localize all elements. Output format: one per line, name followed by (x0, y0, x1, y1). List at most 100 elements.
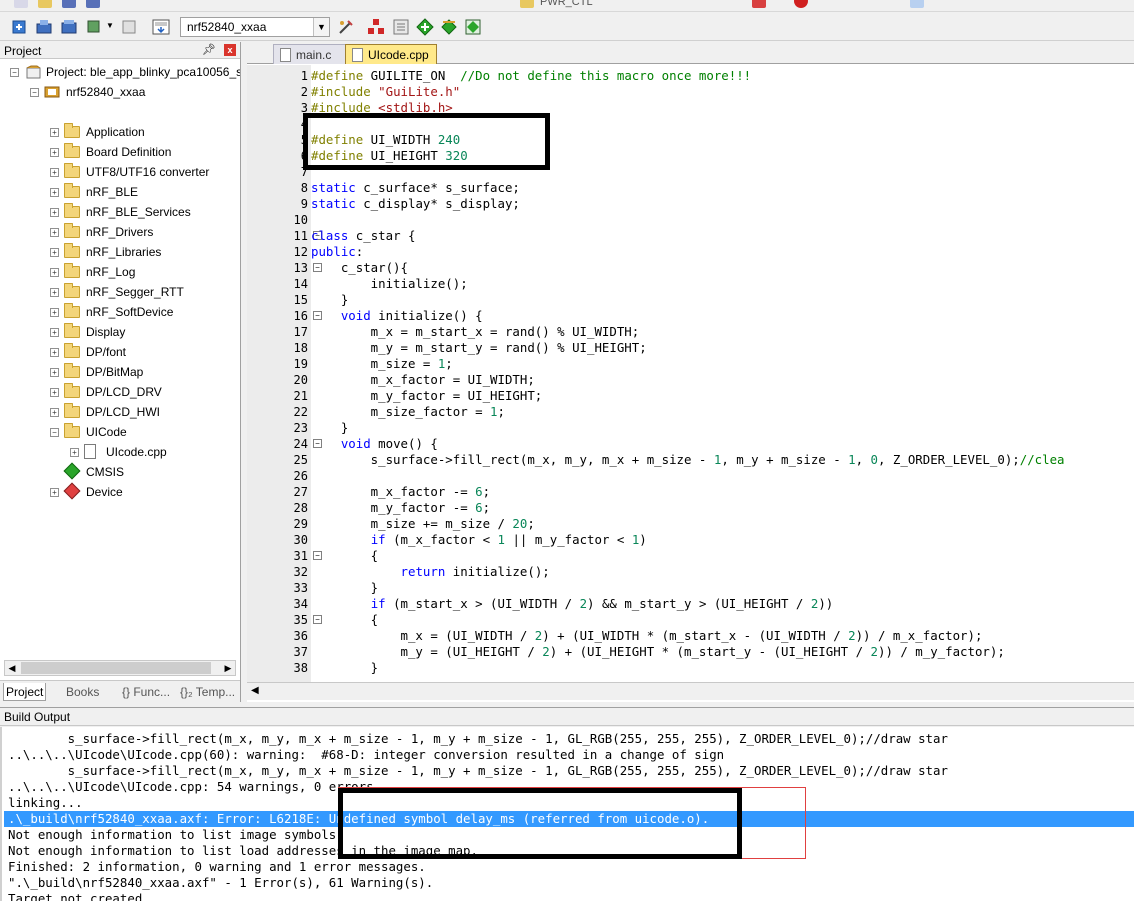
find-in-files-icon[interactable] (520, 0, 534, 8)
collapse-icon[interactable]: − (30, 88, 39, 97)
code-line[interactable]: { (311, 548, 1134, 564)
run-time-environment-icon[interactable] (464, 18, 482, 36)
translate-icon[interactable] (10, 18, 28, 36)
editor-scrollbar[interactable]: ◀ (247, 682, 1134, 700)
code-line[interactable]: m_x = (UI_WIDTH / 2) + (UI_WIDTH * (m_st… (311, 628, 1134, 644)
save-all-icon[interactable] (86, 0, 100, 8)
collapse-icon[interactable]: − (10, 68, 19, 77)
close-icon[interactable]: x (224, 44, 236, 56)
build-output-line[interactable]: ..\..\..\UIcode\UIcode.cpp: 54 warnings,… (8, 779, 374, 795)
code-line[interactable]: void initialize() { (311, 308, 1134, 324)
scrollbar-thumb[interactable] (21, 662, 211, 674)
load-icon[interactable] (152, 18, 170, 36)
open-file-icon[interactable] (38, 0, 52, 8)
window-layout-icon[interactable] (910, 0, 924, 8)
expand-icon[interactable]: + (50, 128, 59, 137)
chevron-down-icon[interactable]: ▼ (106, 21, 114, 30)
expand-icon[interactable]: + (50, 168, 59, 177)
rebuild-icon[interactable] (60, 18, 78, 36)
code-line[interactable]: static c_surface* s_surface; (311, 180, 1134, 196)
manage-components-icon[interactable] (367, 18, 385, 36)
code-line[interactable]: m_y = m_start_y = rand() % UI_HEIGHT; (311, 340, 1134, 356)
build-icon[interactable] (35, 18, 53, 36)
batch-build-icon[interactable] (86, 18, 104, 36)
expand-icon[interactable]: + (50, 148, 59, 157)
scroll-left-icon[interactable]: ◀ (5, 661, 19, 675)
code-line[interactable]: m_x_factor = UI_WIDTH; (311, 372, 1134, 388)
project-panel-scrollbar[interactable]: ◀ ▶ (4, 660, 236, 676)
file-extensions-icon[interactable] (392, 18, 410, 36)
code-line[interactable]: } (311, 660, 1134, 676)
build-output-line[interactable]: Target not created. (8, 891, 150, 901)
expand-icon[interactable]: + (50, 268, 59, 277)
expand-icon[interactable]: + (50, 208, 59, 217)
code-line[interactable]: class c_star { (311, 228, 1134, 244)
expand-icon[interactable]: + (50, 408, 59, 417)
code-line[interactable]: s_surface->fill_rect(m_x, m_y, m_x + m_s… (311, 452, 1134, 468)
tab-books[interactable]: Books (64, 683, 101, 701)
expand-icon[interactable]: + (50, 388, 59, 397)
code-line[interactable]: m_x = m_start_x = rand() % UI_WIDTH; (311, 324, 1134, 340)
code-line[interactable]: #include "GuiLite.h" (311, 84, 1134, 100)
collapse-icon[interactable]: − (50, 428, 59, 437)
build-output-line[interactable]: s_surface->fill_rect(m_x, m_y, m_x + m_s… (8, 763, 948, 779)
expand-icon[interactable]: + (70, 448, 79, 457)
code-line[interactable]: if (m_start_x > (UI_WIDTH / 2) && m_star… (311, 596, 1134, 612)
build-output-line[interactable]: Finished: 2 information, 0 warning and 1… (8, 859, 426, 875)
expand-icon[interactable]: + (50, 248, 59, 257)
debug-icon[interactable] (752, 0, 766, 8)
expand-icon[interactable]: + (50, 188, 59, 197)
code-line[interactable]: m_x_factor -= 6; (311, 484, 1134, 500)
expand-icon[interactable]: + (50, 328, 59, 337)
code-line[interactable]: #define GUILITE_ON //Do not define this … (311, 68, 1134, 84)
code-line[interactable]: } (311, 580, 1134, 596)
expand-icon[interactable]: + (50, 348, 59, 357)
line-number: 37 (293, 645, 308, 659)
expand-icon[interactable]: + (50, 288, 59, 297)
target-options-icon[interactable] (337, 18, 355, 36)
scroll-left-icon[interactable]: ◀ (251, 685, 259, 696)
code-line[interactable]: initialize(); (311, 276, 1134, 292)
code-line[interactable]: } (311, 420, 1134, 436)
code-line[interactable]: m_y = (UI_HEIGHT / 2) + (UI_HEIGHT * (m_… (311, 644, 1134, 660)
expand-icon[interactable]: + (50, 228, 59, 237)
config-combo[interactable]: PWR_CTL (540, 0, 593, 8)
tab-templates[interactable]: {}₂ Temp... (178, 683, 237, 701)
tab-functions[interactable]: {} Func... (120, 683, 172, 701)
pack-installer-icon[interactable] (416, 18, 434, 36)
build-output-line[interactable]: ..\..\..\UIcode\UIcode.cpp(60): warning:… (8, 747, 724, 763)
tab-project[interactable]: Project (3, 683, 47, 701)
save-icon[interactable] (62, 0, 76, 8)
target-select[interactable]: nrf52840_xxaa ▼ (180, 17, 330, 37)
code-line[interactable]: { (311, 612, 1134, 628)
code-line[interactable]: } (311, 292, 1134, 308)
code-line[interactable]: m_y_factor = UI_HEIGHT; (311, 388, 1134, 404)
code-line[interactable]: m_y_factor -= 6; (311, 500, 1134, 516)
select-software-packs-icon[interactable] (440, 18, 458, 36)
pin-icon[interactable]: 📌︎ (202, 43, 216, 56)
code-line[interactable] (311, 468, 1134, 484)
scroll-right-icon[interactable]: ▶ (221, 661, 235, 675)
stop-build-icon[interactable] (120, 18, 138, 36)
code-line[interactable]: void move() { (311, 436, 1134, 452)
breakpoint-icon[interactable] (794, 0, 808, 8)
expand-icon[interactable]: + (50, 488, 59, 497)
code-line[interactable]: public: (311, 244, 1134, 260)
code-line[interactable]: m_size = 1; (311, 356, 1134, 372)
code-line[interactable]: return initialize(); (311, 564, 1134, 580)
chevron-down-icon[interactable]: ▼ (313, 18, 329, 36)
build-output-line[interactable]: Not enough information to list image sym… (8, 827, 344, 843)
build-output-line[interactable]: ".\_build\nrf52840_xxaa.axf" - 1 Error(s… (8, 875, 433, 891)
code-line[interactable]: if (m_x_factor < 1 || m_y_factor < 1) (311, 532, 1134, 548)
build-output-line[interactable]: linking... (8, 795, 83, 811)
code-line[interactable] (311, 212, 1134, 228)
code-line[interactable]: c_star(){ (311, 260, 1134, 276)
code-line[interactable]: m_size += m_size / 20; (311, 516, 1134, 532)
expand-icon[interactable]: + (50, 368, 59, 377)
tab-uicode-cpp[interactable]: UIcode.cpp (345, 44, 437, 64)
build-output-line[interactable]: s_surface->fill_rect(m_x, m_y, m_x + m_s… (8, 731, 948, 747)
code-line[interactable]: m_size_factor = 1; (311, 404, 1134, 420)
new-file-icon[interactable] (14, 0, 28, 8)
code-line[interactable]: static c_display* s_display; (311, 196, 1134, 212)
expand-icon[interactable]: + (50, 308, 59, 317)
